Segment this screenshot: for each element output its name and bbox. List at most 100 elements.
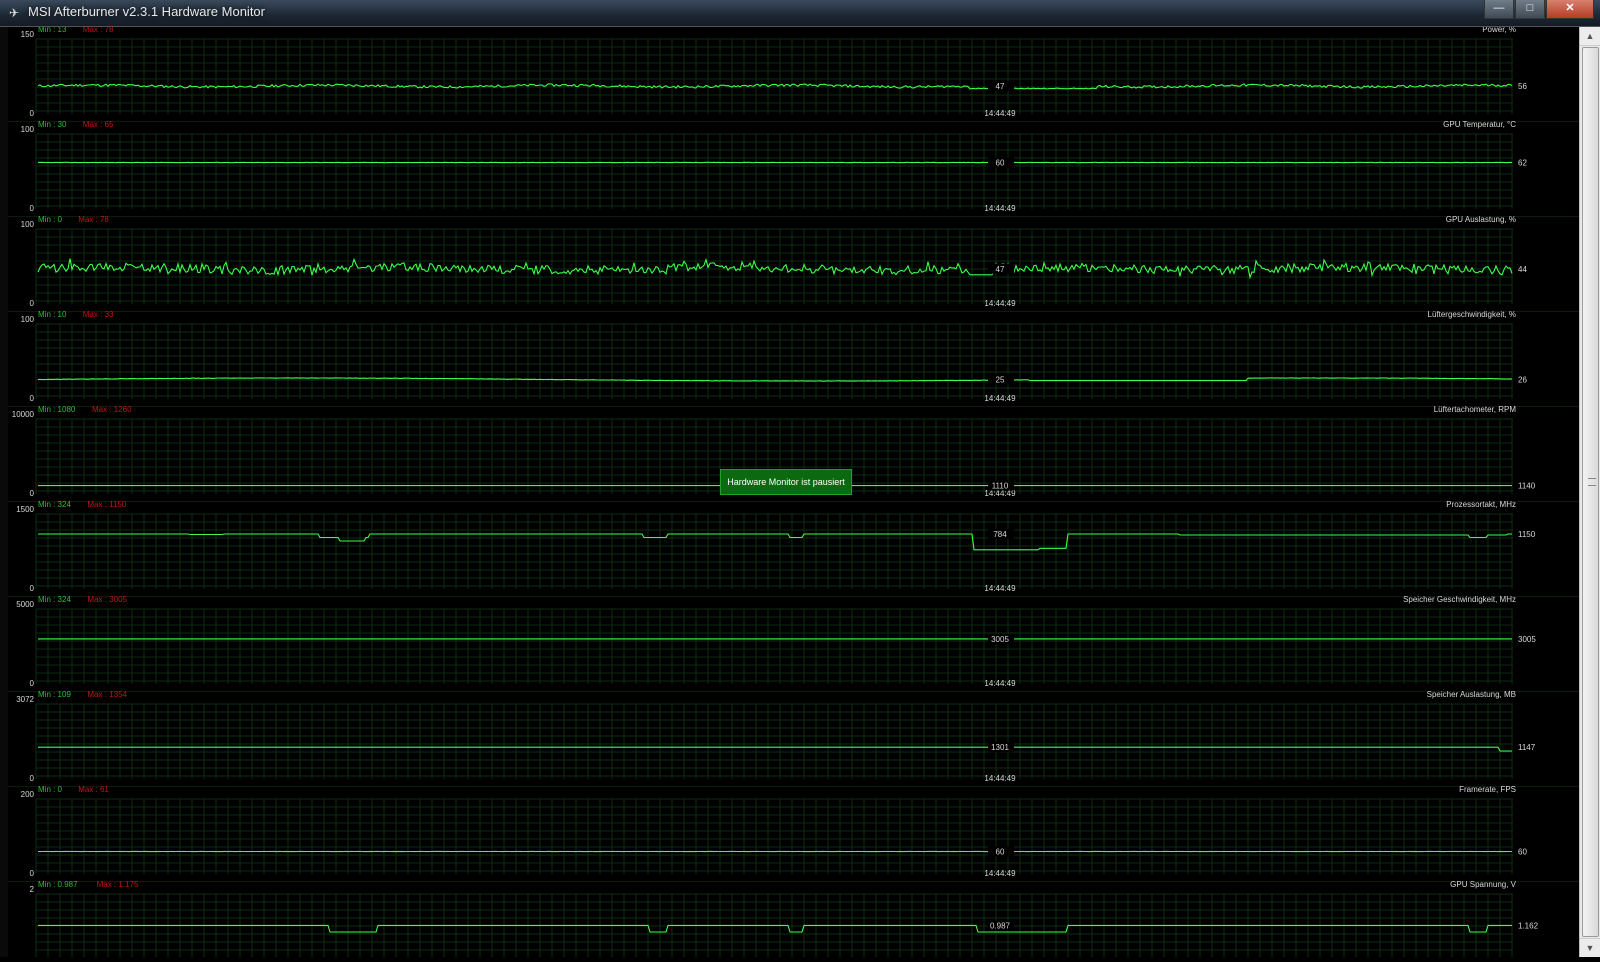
cursor-value-label: 1301	[991, 743, 1009, 752]
graph-grid	[35, 38, 1513, 114]
window-controls: — □ ✕	[1483, 0, 1594, 20]
y-min-label: 0	[30, 204, 35, 213]
max-value-label: Max : 61	[78, 785, 109, 794]
current-value-label: 62	[1518, 159, 1527, 168]
close-button[interactable]: ✕	[1546, 0, 1594, 19]
cursor-value-label: 47	[996, 82, 1005, 91]
graph-grid	[35, 608, 1513, 684]
max-value-label: Max : 1.175	[97, 880, 139, 889]
min-value-label: Min : 10	[38, 310, 67, 319]
max-value-label: Max : 3005	[87, 595, 127, 604]
min-value-label: Min : 13	[38, 27, 67, 34]
graph-line	[38, 533, 1512, 551]
y-min-label: 0	[30, 774, 35, 783]
min-value-label: Min : 1080	[38, 405, 76, 414]
current-value-label: 1150	[1518, 530, 1536, 539]
y-max-label: 200	[21, 790, 35, 799]
maximize-button[interactable]: □	[1515, 0, 1545, 19]
y-max-label: 2	[30, 885, 35, 894]
y-max-label: 100	[21, 125, 35, 134]
current-value-label: 3005	[1518, 635, 1536, 644]
graph-title: GPU Temperatur, °C	[1443, 120, 1516, 129]
max-value-label: Max : 78	[83, 27, 114, 34]
monitor-graph: 100 0 Min : 30 Max : 65 GPU Temperatur, °C 14…	[8, 120, 1580, 217]
cursor-value-label: 784	[993, 530, 1007, 539]
graph-title: Power, %	[1482, 27, 1516, 34]
y-min-label: 0	[30, 489, 35, 498]
paused-indicator[interactable]: Hardware Monitor ist pausiert	[720, 469, 852, 495]
graph-line	[37, 83, 1513, 90]
y-min-label: 0	[30, 679, 35, 688]
min-value-label: Min : 30	[38, 120, 67, 129]
timestamp-label: 14:44:49	[984, 869, 1016, 878]
current-value-label: 56	[1518, 82, 1527, 91]
min-value-label: Min : 0	[38, 215, 63, 224]
scrollbar-thumb[interactable]	[1582, 47, 1599, 937]
timestamp-label: 14:44:49	[984, 109, 1016, 118]
title-bar[interactable]: ✈ MSI Afterburner v2.3.1 Hardware Monito…	[0, 0, 1600, 27]
graph-title: Lüftertachometer, RPM	[1434, 405, 1517, 414]
y-min-label: 0	[30, 584, 35, 593]
cursor-value-label: 60	[996, 848, 1005, 857]
max-value-label: Max : 1150	[87, 500, 127, 509]
min-value-label: Min : 0.987	[38, 880, 78, 889]
cursor-value-label: 47	[996, 265, 1005, 274]
min-value-label: Min : 109	[38, 690, 71, 699]
timestamp-label: 14:44:49	[984, 774, 1016, 783]
y-max-label: 150	[21, 30, 35, 39]
max-value-label: Max : 1354	[87, 690, 127, 699]
graph-title: Lüftergeschwindigkeit, %	[1428, 310, 1517, 319]
max-value-label: Max : 33	[83, 310, 114, 319]
cursor-value-label: 1110	[992, 482, 1009, 491]
graph-grid	[35, 133, 1513, 209]
graph-title: Speicher Auslastung, MB	[1427, 690, 1516, 699]
scroll-down-arrow-icon[interactable]: ▼	[1580, 938, 1600, 957]
monitor-graph: 100 0 Min : 10 Max : 33 Lüftergeschwindigkei…	[8, 310, 1580, 407]
window-title: MSI Afterburner v2.3.1 Hardware Monitor	[28, 4, 265, 19]
afterburner-app-icon: ✈	[8, 6, 20, 20]
y-min-label: 0	[30, 869, 35, 878]
current-value-label: 1140	[1518, 482, 1536, 491]
cursor-value-label: 60	[996, 159, 1005, 168]
timestamp-label: 14:44:49	[984, 204, 1016, 213]
min-value-label: Min : 324	[38, 500, 71, 509]
graph-title: GPU Auslastung, %	[1446, 215, 1516, 224]
current-value-label: 60	[1518, 848, 1527, 857]
window-left-border	[0, 27, 8, 957]
timestamp-label: 14:44:49	[984, 584, 1016, 593]
graph-title: Prozessortakt, MHz	[1446, 500, 1516, 509]
y-max-label: 5000	[16, 600, 34, 609]
cursor-value-label: 0.987	[990, 921, 1011, 930]
monitor-graph: 3072 0 Min : 109 Max : 1354 Speicher Auslast…	[8, 690, 1580, 787]
cursor-value-label: 3005	[991, 635, 1009, 644]
timestamp-label: 14:44:49	[984, 679, 1016, 688]
graph-grid	[35, 228, 1513, 304]
scrollbar-grip-icon	[1588, 478, 1596, 486]
vertical-scrollbar[interactable]: ▲ ▼	[1579, 27, 1600, 957]
monitor-graph: 200 0 Min : 0 Max : 61 Framerate, FPS 14:44:4…	[8, 785, 1580, 882]
graph-title: GPU Spannung, V	[1450, 880, 1516, 889]
graph-title: Framerate, FPS	[1459, 785, 1516, 794]
minimize-button[interactable]: —	[1484, 0, 1514, 19]
graph-line	[38, 746, 1512, 752]
monitor-graph: 20Min : 0.987Max : 1.175GPU Spannung, V0…	[30, 880, 1564, 957]
graph-grid	[35, 798, 1513, 874]
y-max-label: 100	[21, 315, 35, 324]
max-value-label: Max : 65	[83, 120, 114, 129]
current-value-label: 1.162	[1518, 921, 1539, 930]
y-min-label: 0	[30, 299, 35, 308]
graph-grid	[35, 513, 1513, 589]
y-max-label: 100	[21, 220, 35, 229]
graph-grid	[35, 323, 1513, 399]
current-value-label: 1147	[1518, 743, 1536, 752]
graph-title: Speicher Geschwindigkeit, MHz	[1403, 595, 1516, 604]
timestamp-label: 14:44:49	[984, 394, 1016, 403]
max-value-label: Max : 78	[78, 215, 109, 224]
scroll-up-arrow-icon[interactable]: ▲	[1580, 27, 1600, 46]
cursor-value-label: 25	[996, 376, 1005, 385]
current-value-label: 44	[1518, 265, 1527, 274]
monitor-graph: 150 0 Min : 13 Max : 78 Power, % 14:44:49 47 56	[8, 27, 1580, 122]
y-max-label: 1500	[16, 505, 34, 514]
monitor-graph: 5000 0 Min : 324 Max : 3005 Speicher Geschwi…	[8, 595, 1580, 692]
monitor-graph: 1500 0 Min : 324 Max : 1150 Prozessortakt, M…	[8, 500, 1580, 597]
